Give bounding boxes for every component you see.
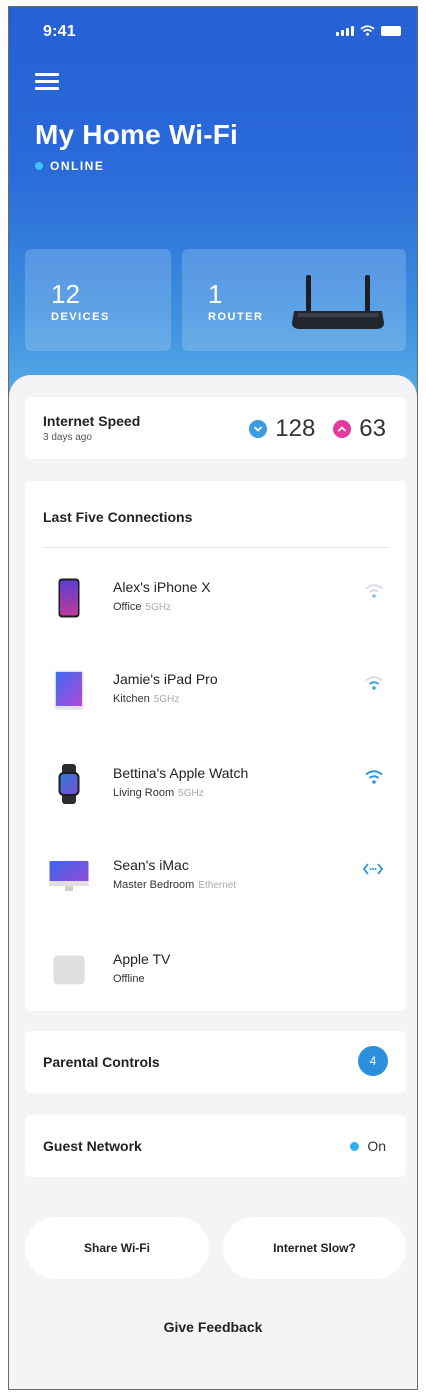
device-meta: Master Bedroom Ethernet [113,879,236,891]
internet-slow-button[interactable]: Internet Slow? [223,1217,406,1279]
devices-label: DEVICES [51,311,110,323]
status-icons [336,25,401,36]
device-meta: Kitchen 5GHz [113,693,179,705]
speed-values: 128 63 [249,415,386,443]
give-feedback-link[interactable]: Give Feedback [9,1319,417,1335]
status-bar: 9:41 [9,7,417,51]
desktop-icon [45,853,93,899]
devices-card[interactable]: 12 DEVICES [25,249,171,351]
device-name: Alex's iPhone X [113,579,211,595]
parental-controls-row[interactable]: Parental Controls 4 [25,1031,406,1093]
connection-row[interactable]: Sean's iMac Master Bedroom Ethernet [25,843,406,913]
last-connections-title: Last Five Connections [43,509,193,525]
ethernet-icon [362,863,384,875]
battery-icon [381,25,401,36]
router-icon [292,275,384,329]
network-title: My Home Wi-Fi [35,119,239,150]
content-sheet: Internet Speed 3 days ago 128 63 Last Fi… [9,375,417,1389]
device-location: Offline [113,973,145,985]
device-name: Apple TV [113,951,171,967]
guest-network-state: On [367,1138,386,1154]
device-band: Ethernet [198,880,237,891]
device-meta: Offline [113,973,145,985]
status-dot-icon [350,1141,360,1151]
wifi-status-icon [360,25,375,36]
header: 9:41 My Home Wi-Fi ONLINE 12 DEVICES 1 R [9,7,417,407]
device-meta: Office 5GHz [113,601,171,613]
device-location: Office [113,601,142,613]
cellular-signal-icon [336,25,354,36]
router-card[interactable]: 1 ROUTER [182,249,406,351]
menu-icon[interactable] [35,73,59,91]
guest-network-label: Guest Network [43,1138,142,1154]
watch-icon [45,761,93,807]
network-status: ONLINE [35,159,104,173]
internet-speed-card[interactable]: Internet Speed 3 days ago 128 63 [25,397,406,459]
app-screen: 9:41 My Home Wi-Fi ONLINE 12 DEVICES 1 R [8,6,418,1390]
wifi-signal-medium-icon [365,676,383,690]
divider [43,547,388,548]
upload-arrow-icon [333,420,352,438]
device-name: Sean's iMac [113,857,189,873]
network-status-label: ONLINE [50,159,105,173]
devices-count: 12 [51,279,80,309]
router-label: ROUTER [208,311,264,323]
connection-row[interactable]: Apple TV Offline [25,937,406,1007]
share-wifi-button[interactable]: Share Wi-Fi [25,1217,209,1279]
device-band: 5GHz [178,788,204,799]
parental-controls-label: Parental Controls [43,1054,160,1070]
device-meta: Living Room 5GHz [113,787,204,799]
guest-network-row[interactable]: Guest Network On [25,1115,406,1177]
status-time: 9:41 [43,23,76,40]
connection-row[interactable]: Bettina's Apple Watch Living Room 5GHz [25,751,406,821]
device-location: Master Bedroom [113,879,195,891]
tv-box-icon [45,947,93,993]
connection-row[interactable]: Jamie's iPad Pro Kitchen 5GHz [25,657,406,727]
upload-speed: 63 [359,415,386,442]
internet-speed-title: Internet Speed [43,413,141,429]
device-name: Jamie's iPad Pro [113,671,218,687]
router-count: 1 [208,279,223,309]
internet-speed-timestamp: 3 days ago [43,432,92,443]
device-name: Bettina's Apple Watch [113,765,249,781]
connection-row[interactable]: Alex's iPhone X Office 5GHz [25,565,406,635]
wifi-signal-full-icon [365,770,383,784]
guest-network-status: On [350,1138,386,1154]
download-arrow-icon [249,420,268,438]
device-location: Living Room [113,787,175,799]
download-speed: 128 [275,415,316,442]
online-dot-icon [35,162,43,170]
phone-icon [45,575,93,621]
device-band: 5GHz [153,694,180,705]
last-connections-card: Last Five Connections Alex's iPhone X Of… [25,481,406,1011]
device-location: Kitchen [113,693,150,705]
device-band: 5GHz [145,602,172,613]
parental-controls-count-badge: 4 [358,1046,388,1076]
wifi-signal-low-icon [365,584,383,598]
tablet-icon [45,667,93,713]
